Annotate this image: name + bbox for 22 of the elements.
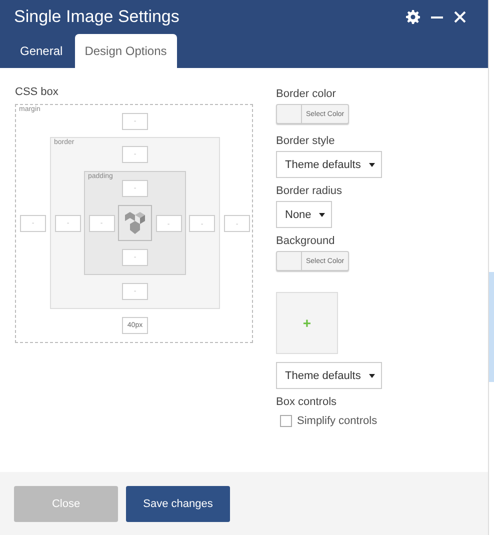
cubes-icon xyxy=(124,211,146,235)
settings-icon[interactable] xyxy=(406,10,420,24)
caret-icon xyxy=(368,374,375,378)
checkbox-option[interactable]: Simplify controls xyxy=(280,415,378,427)
dropdown[interactable]: Theme defaults xyxy=(276,362,382,389)
field-label: Border color xyxy=(276,88,336,100)
tab[interactable]: General xyxy=(14,34,69,68)
field-label: Border radius xyxy=(276,185,342,197)
checkbox[interactable] xyxy=(280,415,292,427)
dropdown[interactable]: None xyxy=(276,201,332,228)
save-button[interactable]: Save changes xyxy=(126,486,230,522)
field-label: Border style xyxy=(276,135,335,147)
field-label: Box controls xyxy=(276,396,337,408)
caret-icon xyxy=(319,212,326,216)
close-icon[interactable] xyxy=(454,11,466,23)
dropdown[interactable]: Theme defaults xyxy=(276,151,382,178)
section-title: CSS box xyxy=(15,86,60,98)
caret-icon xyxy=(368,162,375,166)
window-title: Single Image Settings xyxy=(14,7,180,27)
minimize-icon[interactable] xyxy=(431,16,443,18)
field-label: Background xyxy=(276,235,335,247)
tab[interactable]: Design Options xyxy=(74,34,177,68)
